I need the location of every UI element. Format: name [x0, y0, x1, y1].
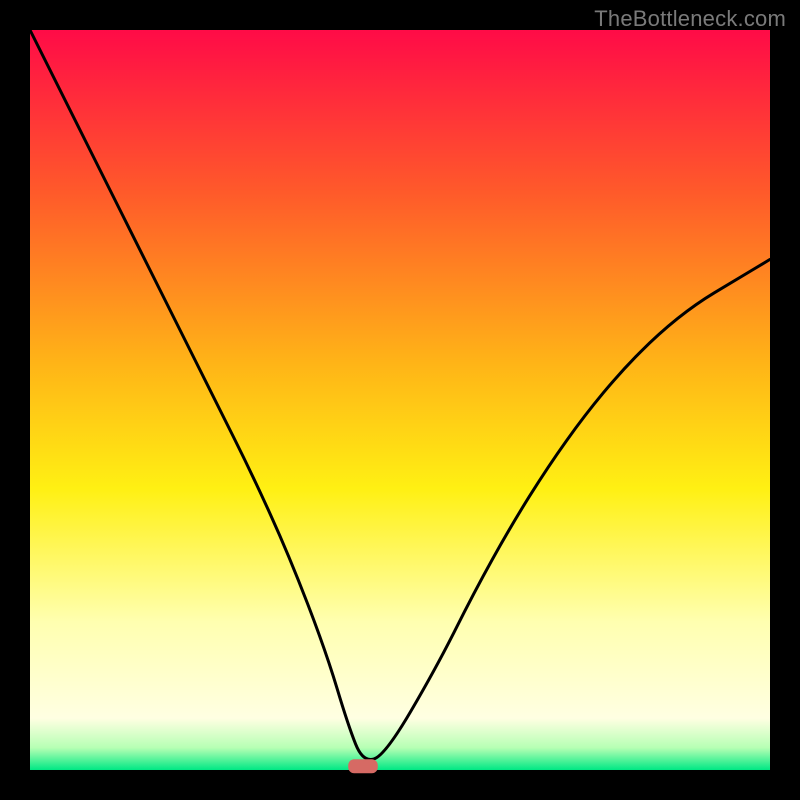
chart-frame: { "watermark": "TheBottleneck.com", "cha… — [0, 0, 800, 800]
watermark-text: TheBottleneck.com — [594, 6, 786, 32]
bottleneck-chart — [0, 0, 800, 800]
min-marker — [348, 759, 378, 773]
plot-background — [30, 30, 770, 770]
